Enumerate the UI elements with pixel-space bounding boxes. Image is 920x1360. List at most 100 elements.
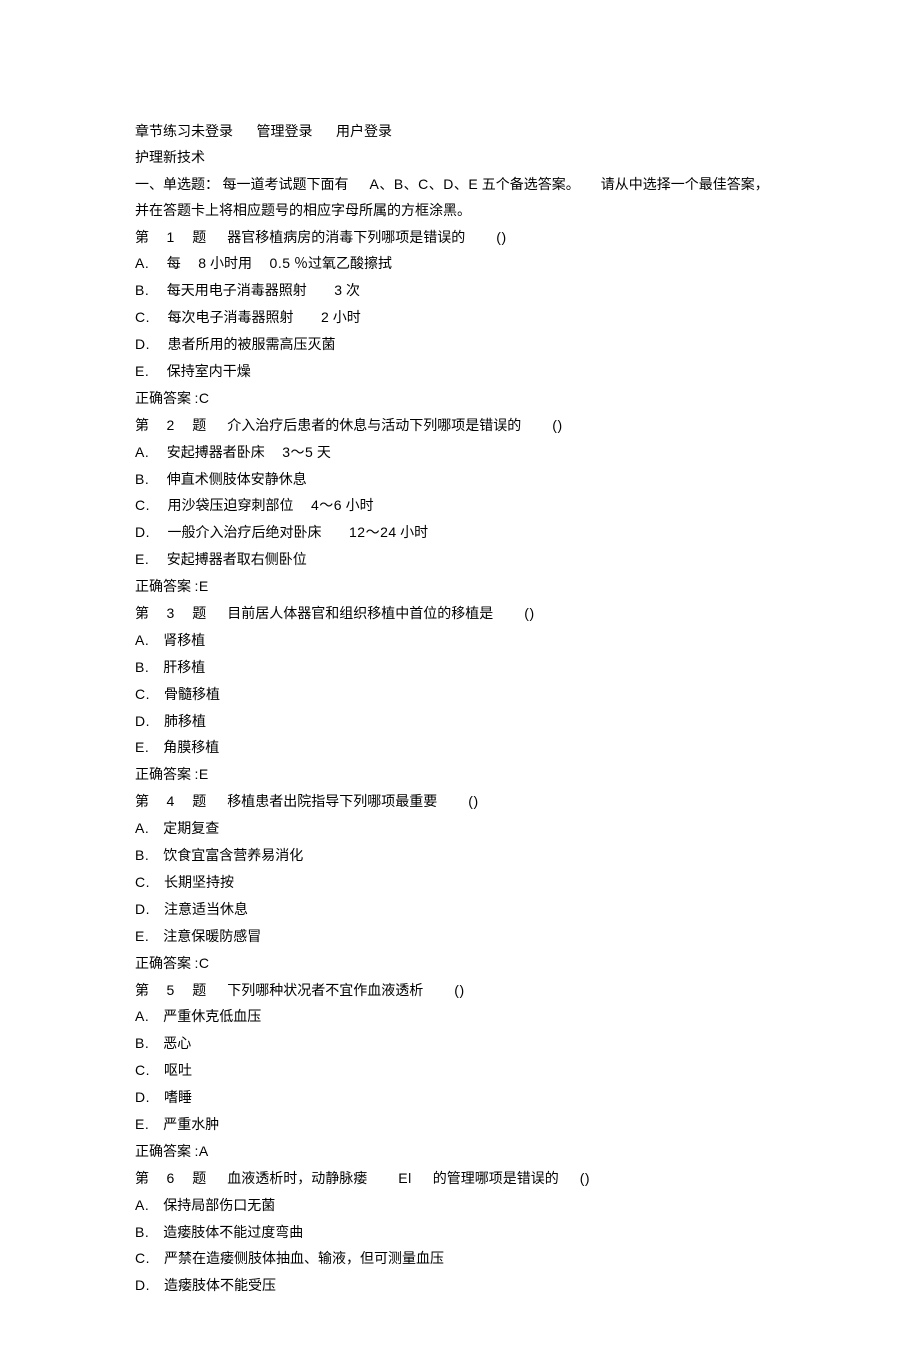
q-text: 器官移植病房的消毒下列哪项是错误的 bbox=[227, 231, 465, 246]
intro-desc-2: 五个备选答案。 bbox=[482, 178, 580, 193]
answer-line: 正确答案 :E bbox=[135, 574, 790, 601]
answer-value: :E bbox=[195, 766, 209, 782]
q-number: 1 bbox=[167, 229, 175, 245]
option-letter: A. bbox=[135, 820, 149, 836]
option-text: 肝移植 bbox=[163, 661, 205, 676]
option-letter: E. bbox=[135, 1116, 149, 1132]
option-letter: E. bbox=[135, 928, 149, 944]
option-letter: B. bbox=[135, 847, 149, 863]
option-text: 一般介入治疗后绝对卧床 bbox=[168, 526, 322, 541]
q-suffix: 题 bbox=[192, 1172, 206, 1187]
option-text: 伸直术侧肢体安静休息 bbox=[167, 473, 307, 488]
q-latin: El bbox=[398, 1170, 411, 1186]
option-text: 天 bbox=[317, 446, 331, 461]
option-letter: C. bbox=[135, 309, 150, 325]
option-num: 2 bbox=[321, 309, 329, 325]
option-text: 用沙袋压迫穿刺部位 bbox=[168, 499, 294, 514]
q-text: 的管理哪项是错误的 bbox=[433, 1172, 559, 1187]
option-d: D.肺移植 bbox=[135, 709, 790, 736]
option-text: 严重水肿 bbox=[163, 1118, 219, 1133]
option-letter: D. bbox=[135, 524, 150, 540]
q-number: 3 bbox=[167, 605, 175, 621]
q-text: 目前居人体器官和组织移植中首位的移植是 bbox=[227, 607, 493, 622]
user-login-link[interactable]: 用户登录 bbox=[336, 125, 392, 140]
answer-value: :C bbox=[195, 955, 210, 971]
option-c: C.骨髓移植 bbox=[135, 682, 790, 709]
option-text: 小时 bbox=[400, 526, 428, 541]
option-e: E. 安起搏器者取右侧卧位 bbox=[135, 547, 790, 574]
option-text: 长期坚持按 bbox=[164, 876, 234, 891]
option-letter: A. bbox=[135, 1008, 149, 1024]
option-e: E. 严重水肿 bbox=[135, 1112, 790, 1139]
intro-desc-1: 每一道考试题下面有 bbox=[223, 178, 349, 193]
header-line: 章节练习未登录 管理登录 用户登录 bbox=[135, 120, 790, 146]
answer-line: 正确答案 :C bbox=[135, 951, 790, 978]
option-text: 肾移植 bbox=[163, 634, 205, 649]
option-text: 造瘘肢体不能受压 bbox=[164, 1279, 276, 1294]
question-6-stem: 第 6 题 血液透析时，动静脉瘘 El 的管理哪项是错误的 () bbox=[135, 1166, 790, 1193]
option-d: D. 一般介入治疗后绝对卧床 12～24 小时 bbox=[135, 520, 790, 547]
intro-choices-letters: A、B、C、D、E bbox=[370, 176, 479, 192]
answer-value: :E bbox=[195, 578, 209, 594]
option-d: D. 嗜睡 bbox=[135, 1085, 790, 1112]
question-2-stem: 第 2 题 介入治疗后患者的休息与活动下列哪项是错误的 () bbox=[135, 413, 790, 440]
option-d: D.造瘘肢体不能受压 bbox=[135, 1273, 790, 1300]
q-suffix: 题 bbox=[192, 795, 206, 810]
q-number: 6 bbox=[167, 1170, 175, 1186]
option-text: 小时用 bbox=[210, 257, 252, 272]
practice-not-logged-link[interactable]: 章节练习未登录 bbox=[135, 125, 233, 140]
option-text: 安起搏器者取右侧卧位 bbox=[167, 553, 307, 568]
answer-line: 正确答案 :C bbox=[135, 386, 790, 413]
answer-label: 正确答案 bbox=[135, 580, 191, 595]
option-letter: E. bbox=[135, 363, 149, 379]
option-text: 安起搏器者卧床 bbox=[167, 446, 265, 461]
q-suffix: 题 bbox=[192, 419, 206, 434]
option-letter: B. bbox=[135, 1224, 149, 1240]
option-c: C. 用沙袋压迫穿刺部位 4～6 小时 bbox=[135, 493, 790, 520]
q-suffix: 题 bbox=[192, 231, 206, 246]
option-b: B.恶心 bbox=[135, 1031, 790, 1058]
option-c: C. 每次电子消毒器照射 2 小时 bbox=[135, 305, 790, 332]
option-text: 造瘘肢体不能过度弯曲 bbox=[163, 1226, 303, 1241]
option-text: ％过氧乙酸擦拭 bbox=[294, 257, 392, 272]
option-text: 嗜睡 bbox=[164, 1091, 192, 1106]
option-d: D. 患者所用的被服需高压灭菌 bbox=[135, 332, 790, 359]
option-a: A.肾移植 bbox=[135, 628, 790, 655]
option-c: C. 呕吐 bbox=[135, 1058, 790, 1085]
option-letter: C. bbox=[135, 874, 150, 890]
option-letter: A. bbox=[135, 1197, 149, 1213]
option-text: 呕吐 bbox=[164, 1064, 192, 1079]
option-text: 肺移植 bbox=[164, 715, 206, 730]
option-text: 严禁在造瘘侧肢体抽血、输液，但可测量血压 bbox=[164, 1252, 444, 1267]
q-paren: () bbox=[580, 1170, 590, 1186]
option-letter: D. bbox=[135, 901, 150, 917]
option-letter: C. bbox=[135, 1062, 150, 1078]
answer-label: 正确答案 bbox=[135, 392, 191, 407]
option-text: 骨髓移植 bbox=[164, 688, 220, 703]
option-text: 小时 bbox=[333, 311, 361, 326]
q-prefix: 第 bbox=[135, 231, 149, 246]
section-intro-line1: 一、单选题： 每一道考试题下面有 A、B、C、D、E 五个备选答案。 请从中选择… bbox=[135, 172, 790, 199]
option-letter: C. bbox=[135, 1250, 150, 1266]
option-text: 注意保暖防感冒 bbox=[163, 930, 261, 945]
option-a: A.保持局部伤口无菌 bbox=[135, 1193, 790, 1220]
intro-desc-3: 请从中选择一个最佳答案， bbox=[601, 178, 769, 193]
q-paren: () bbox=[468, 793, 478, 809]
option-text: 每次电子消毒器照射 bbox=[168, 311, 294, 326]
question-1-stem: 第 1 题 器官移植病房的消毒下列哪项是错误的 () bbox=[135, 225, 790, 252]
q-prefix: 第 bbox=[135, 984, 149, 999]
option-b: B.肝移植 bbox=[135, 655, 790, 682]
answer-label: 正确答案 bbox=[135, 957, 191, 972]
option-a: A.定期复查 bbox=[135, 816, 790, 843]
option-text: 保持室内干燥 bbox=[167, 365, 251, 380]
admin-login-link[interactable]: 管理登录 bbox=[257, 125, 313, 140]
q-paren: () bbox=[454, 982, 464, 998]
question-4-stem: 第 4 题 移植患者出院指导下列哪项最重要 () bbox=[135, 789, 790, 816]
option-text: 每 bbox=[167, 257, 181, 272]
option-letter: C. bbox=[135, 497, 150, 513]
option-letter: D. bbox=[135, 1089, 150, 1105]
option-num: 0.5 bbox=[270, 255, 291, 271]
option-text: 饮食宜富含营养易消化 bbox=[163, 849, 303, 864]
option-b: B. 饮食宜富含营养易消化 bbox=[135, 843, 790, 870]
question-3-stem: 第 3 题 目前居人体器官和组织移植中首位的移植是 () bbox=[135, 601, 790, 628]
